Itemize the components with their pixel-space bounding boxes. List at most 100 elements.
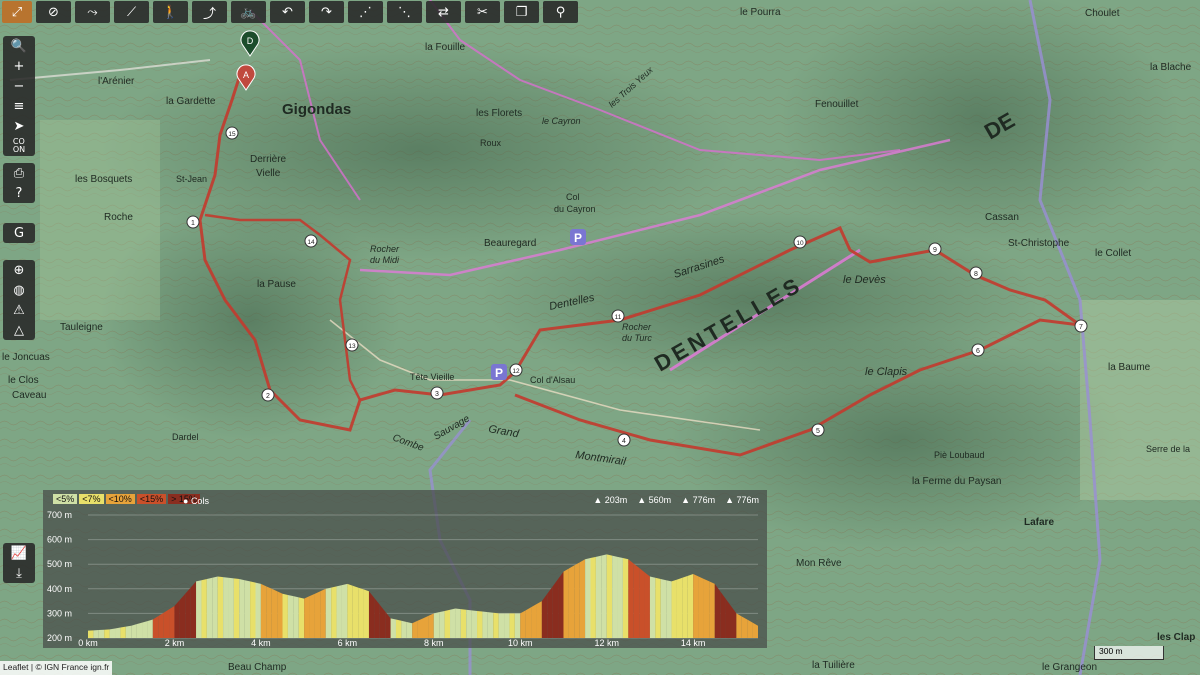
svg-text:St-Christophe: St-Christophe xyxy=(1008,238,1070,249)
expand-button[interactable]: ⤢ xyxy=(2,1,32,23)
profile-segment xyxy=(655,577,661,638)
road-icon: ⤴ xyxy=(202,6,216,22)
layer-tools: ⊕ ◍ ⚠ △ xyxy=(3,260,35,340)
profile-segment xyxy=(298,597,305,638)
remove-button[interactable]: ✂ xyxy=(465,1,500,23)
profile-segment xyxy=(649,576,656,638)
bike-mode-button[interactable]: 🚲 xyxy=(231,1,266,23)
group4-control-1[interactable]: ◍ xyxy=(3,280,35,300)
route-marker-14[interactable]: 14 xyxy=(304,234,318,248)
group1-control-2[interactable]: − xyxy=(3,76,35,96)
profile-segment xyxy=(579,559,586,638)
profile-segment xyxy=(487,612,494,638)
route-marker-1[interactable]: 1 xyxy=(186,215,200,229)
svg-text:les Clap: les Clap xyxy=(1157,632,1195,643)
svg-text:Roche: Roche xyxy=(104,212,133,223)
group1-control-0[interactable]: 🔍 xyxy=(3,36,35,56)
profile-segment xyxy=(358,587,364,638)
profile-segment xyxy=(379,604,386,638)
profile-segment xyxy=(520,610,526,638)
route-marker-7[interactable]: 7 xyxy=(1074,319,1088,333)
svg-text:Beau Champ: Beau Champ xyxy=(228,662,287,673)
profile-segment xyxy=(666,580,672,638)
y-tick-label: 600 m xyxy=(47,535,72,545)
route-marker-4[interactable]: 4 xyxy=(617,433,631,447)
profile-segment xyxy=(385,611,391,638)
profile-segment xyxy=(163,609,170,638)
group5-control-0[interactable]: 📈 xyxy=(3,543,35,563)
group1-control-3[interactable]: ≡ xyxy=(3,96,35,116)
profile-segment xyxy=(693,574,699,638)
profile-segment xyxy=(196,580,202,638)
group5-control-1[interactable]: ⤓ xyxy=(3,563,35,583)
elevation-chart[interactable]: 700 m 600 m 500 m 400 m 300 m 200 m 0 km 2 km 4 … xyxy=(43,490,767,648)
route-marker-5[interactable]: 5 xyxy=(811,423,825,437)
copy-button[interactable]: ❐ xyxy=(504,1,539,23)
svg-text:le Collet: le Collet xyxy=(1095,248,1131,259)
profile-segment xyxy=(493,612,499,638)
svg-text:St-Jean: St-Jean xyxy=(176,174,207,184)
profile-segment xyxy=(536,601,542,638)
route-marker-11[interactable]: 11 xyxy=(611,309,625,323)
map-attribution[interactable]: Leaflet | © IGN France ign.fr xyxy=(0,661,113,675)
profile-segment xyxy=(250,581,256,638)
svg-text:Fenouillet: Fenouillet xyxy=(815,99,859,110)
profile-segment xyxy=(747,619,753,638)
group4-control-2[interactable]: ⚠ xyxy=(3,300,35,320)
route-marker-13[interactable]: 13 xyxy=(345,338,359,352)
route-marker-2[interactable]: 2 xyxy=(261,388,275,402)
walk-mode-button[interactable]: 🚶 xyxy=(153,1,188,23)
group4-control-0[interactable]: ⊕ xyxy=(3,260,35,280)
hide-button[interactable]: ⊘ xyxy=(36,1,71,23)
draw-route-button[interactable]: ⤳ xyxy=(75,1,110,23)
route-marker-6[interactable]: 6 xyxy=(971,343,985,357)
road-mode-button[interactable]: ⤴ xyxy=(192,1,227,23)
profile-segment xyxy=(293,596,299,638)
profile-segment xyxy=(152,616,159,638)
svg-text:Mon Rêve: Mon Rêve xyxy=(796,558,842,569)
profile-segment xyxy=(736,613,742,638)
profile-segment xyxy=(525,607,532,638)
profile-segment xyxy=(98,629,105,638)
group4-control-3[interactable]: △ xyxy=(3,320,35,340)
svg-text:12: 12 xyxy=(512,368,520,375)
profile-segment xyxy=(314,591,321,638)
undo-button[interactable]: ↶ xyxy=(270,1,305,23)
profile-segment xyxy=(444,609,451,638)
svg-text:Gigondas: Gigondas xyxy=(282,101,351,118)
profile-segment xyxy=(104,629,110,638)
marker-button[interactable]: ⚲ xyxy=(543,1,578,23)
group1-control-4[interactable]: ➤ xyxy=(3,116,35,136)
svg-text:Piè Loubaud: Piè Loubaud xyxy=(934,450,985,460)
svg-text:9: 9 xyxy=(933,247,937,254)
split-icon: ⋱ xyxy=(398,4,411,20)
split-button[interactable]: ⋱ xyxy=(387,1,422,23)
draw-line-button[interactable]: ⟋ xyxy=(114,1,149,23)
route-marker-10[interactable]: 10 xyxy=(793,235,807,249)
group1-control-5[interactable]: CO ON xyxy=(3,136,35,156)
group3-control-0[interactable]: G xyxy=(3,223,35,243)
group2-control-0[interactable]: ⎙ xyxy=(3,163,35,183)
route-marker-8[interactable]: 8 xyxy=(969,266,983,280)
route-marker-3[interactable]: 3 xyxy=(430,386,444,400)
route-marker-12[interactable]: 12 xyxy=(509,363,523,377)
group2-control-1[interactable]: ? xyxy=(3,183,35,203)
group1-control-1[interactable]: + xyxy=(3,56,35,76)
profile-segment xyxy=(190,581,197,638)
svg-text:Rocher: Rocher xyxy=(622,322,652,332)
zoom-controls: 🔍 + − ≡ ➤ CO ON xyxy=(3,36,35,156)
profile-segment xyxy=(282,593,288,638)
waypoint-button[interactable]: ⋰ xyxy=(348,1,383,23)
svg-text:la Tuilière: la Tuilière xyxy=(812,660,855,671)
route-marker-15[interactable]: 15 xyxy=(225,126,239,140)
profile-segment xyxy=(466,609,472,638)
redo-button[interactable]: ↷ xyxy=(309,1,344,23)
profile-segment xyxy=(277,591,283,638)
reverse-button[interactable]: ⇄ xyxy=(426,1,461,23)
profile-segment xyxy=(590,556,596,638)
profile-segment xyxy=(347,583,353,638)
profile-segment xyxy=(703,578,710,638)
profile-segment xyxy=(568,565,575,638)
route-marker-9[interactable]: 9 xyxy=(928,242,942,256)
elevation-profile-panel[interactable]: <5% <7% <10% <15% > 15% ● Cols ▲ 203m ▲ 560m ▲… xyxy=(43,490,767,648)
